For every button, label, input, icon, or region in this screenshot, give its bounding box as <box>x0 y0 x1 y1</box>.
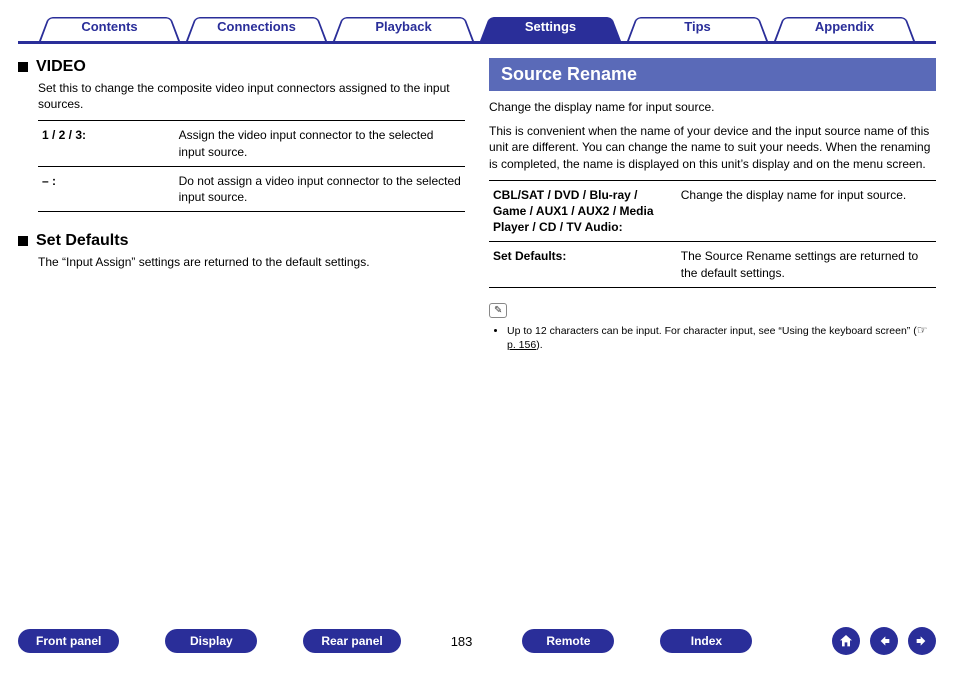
tab-tips[interactable]: Tips <box>627 12 768 41</box>
pencil-note-icon: ✎ <box>489 303 507 318</box>
pointer-hand-icon: ☞ <box>917 323 928 337</box>
tab-label: Connections <box>217 19 296 34</box>
table-key: Set Defaults: <box>489 242 677 287</box>
prev-page-button[interactable] <box>870 627 898 655</box>
remote-button[interactable]: Remote <box>522 629 614 653</box>
table-key: 1 / 2 / 3: <box>38 121 175 166</box>
table-row: – : Do not assign a video input connecto… <box>38 166 465 211</box>
video-settings-table: 1 / 2 / 3: Assign the video input connec… <box>38 120 465 212</box>
tab-playback[interactable]: Playback <box>333 12 474 41</box>
tab-contents[interactable]: Contents <box>39 12 180 41</box>
note-item: Up to 12 characters can be input. For ch… <box>507 322 936 353</box>
tab-label: Playback <box>375 19 431 34</box>
display-button[interactable]: Display <box>165 629 257 653</box>
table-value: The Source Rename settings are returned … <box>677 242 936 287</box>
source-rename-p1: Change the display name for input source… <box>489 99 936 115</box>
source-rename-p2: This is convenient when the name of your… <box>489 123 936 172</box>
defaults-description: The “Input Assign” settings are returned… <box>38 254 465 270</box>
tab-label: Settings <box>525 19 576 34</box>
rear-panel-button[interactable]: Rear panel <box>303 629 400 653</box>
tab-settings[interactable]: Settings <box>480 12 621 41</box>
arrow-left-icon <box>876 633 892 649</box>
table-row: Set Defaults: The Source Rename settings… <box>489 242 936 287</box>
bullet-square-icon <box>18 62 28 72</box>
footer-nav: Front panel Display Rear panel 183 Remot… <box>0 627 954 655</box>
page-ref-link[interactable]: p. 156 <box>507 339 536 351</box>
note-list: Up to 12 characters can be input. For ch… <box>489 322 936 353</box>
table-key: – : <box>38 166 175 211</box>
tab-label: Tips <box>684 19 711 34</box>
bullet-square-icon <box>18 236 28 246</box>
tab-label: Appendix <box>815 19 874 34</box>
table-key: CBL/SAT / DVD / Blu-ray / Game / AUX1 / … <box>489 180 677 242</box>
tab-connections[interactable]: Connections <box>186 12 327 41</box>
tab-label: Contents <box>81 19 137 34</box>
section-title-defaults: Set Defaults <box>36 232 128 250</box>
front-panel-button[interactable]: Front panel <box>18 629 119 653</box>
tab-appendix[interactable]: Appendix <box>774 12 915 41</box>
home-icon <box>838 633 854 649</box>
arrow-right-icon <box>914 633 930 649</box>
table-row: CBL/SAT / DVD / Blu-ray / Game / AUX1 / … <box>489 180 936 242</box>
home-button[interactable] <box>832 627 860 655</box>
top-tabs: Contents Connections Playback Settings T… <box>18 12 936 44</box>
table-value: Do not assign a video input connector to… <box>175 166 465 211</box>
page-number: 183 <box>447 634 477 649</box>
table-value: Change the display name for input source… <box>677 180 936 242</box>
left-column: VIDEO Set this to change the composite v… <box>18 58 465 353</box>
table-value: Assign the video input connector to the … <box>175 121 465 166</box>
note-text-prefix: Up to 12 characters can be input. For ch… <box>507 325 917 337</box>
video-description: Set this to change the composite video i… <box>38 80 465 112</box>
table-row: 1 / 2 / 3: Assign the video input connec… <box>38 121 465 166</box>
index-button[interactable]: Index <box>660 629 752 653</box>
section-title-video: VIDEO <box>36 58 86 76</box>
right-column: Source Rename Change the display name fo… <box>489 58 936 353</box>
note-text-suffix: ). <box>536 339 542 351</box>
source-rename-table: CBL/SAT / DVD / Blu-ray / Game / AUX1 / … <box>489 180 936 288</box>
section-banner-source-rename: Source Rename <box>489 58 936 91</box>
next-page-button[interactable] <box>908 627 936 655</box>
